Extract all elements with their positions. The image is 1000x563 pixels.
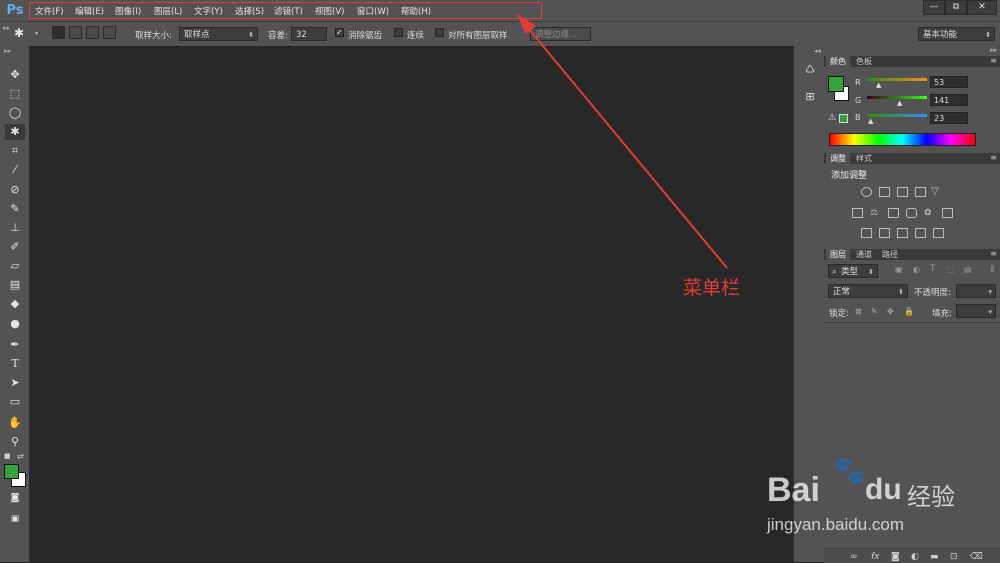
watermark-brand-suffix: du (865, 473, 902, 506)
watermark-brand: Bai (767, 471, 820, 509)
baidu-watermark: Bai 🐾 du 经验 jingyan.baidu.com (767, 455, 967, 545)
watermark-product: 经验 (907, 484, 955, 511)
watermark-url: jingyan.baidu.com (767, 515, 905, 534)
paw-logo-icon: 🐾 (833, 455, 866, 485)
annotation-label: 菜单栏 (683, 277, 741, 299)
